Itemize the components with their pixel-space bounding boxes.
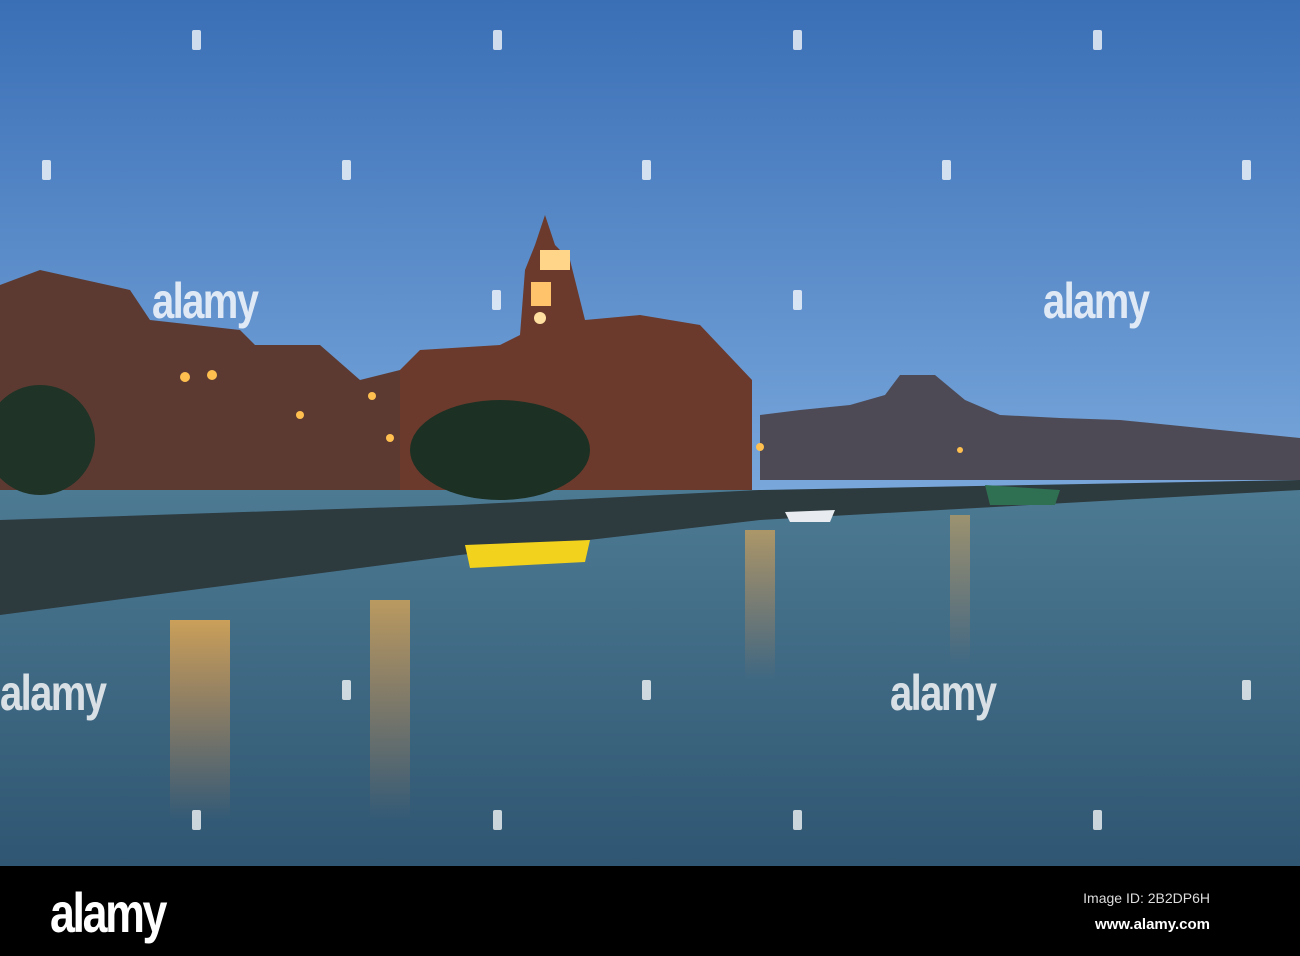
watermark-text: alamy (0, 665, 107, 721)
sailboat (785, 510, 835, 522)
footer-bar: alamy Image ID: 2B2DP6H www.alamy.com (0, 866, 1300, 956)
site-url-link[interactable]: www.alamy.com (1095, 916, 1210, 933)
image-id: Image ID: 2B2DP6H (1083, 890, 1210, 906)
watermark-text: alamy (1043, 273, 1150, 329)
clock-face (534, 312, 546, 324)
watermark-text: alamy (152, 273, 259, 329)
alamy-logo[interactable]: alamy (50, 880, 167, 945)
tree (410, 400, 590, 500)
stock-photo-page: alamy alamy alamy alamy alamy Image ID: … (0, 0, 1300, 956)
watermark-text: alamy (890, 665, 997, 721)
clock-tower-window (531, 282, 551, 306)
photo-riverside-town-hall (0, 0, 1300, 866)
